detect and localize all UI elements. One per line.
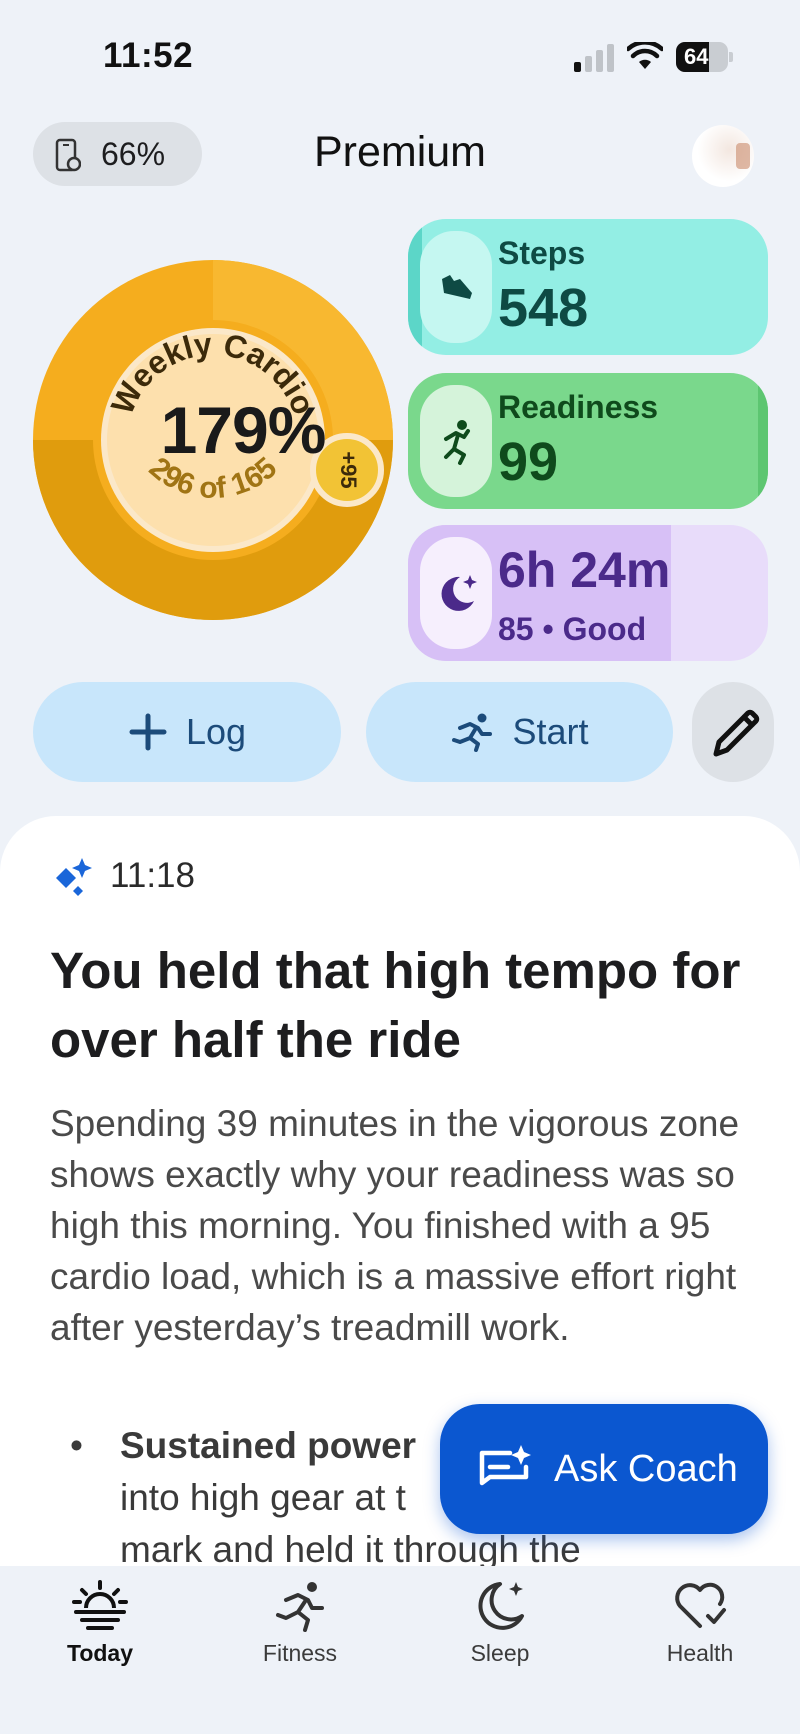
nav-fitness-label: Fitness — [262, 1640, 338, 1666]
battery-level: 64 — [684, 44, 709, 69]
pencil-icon — [713, 709, 760, 757]
nav-today-label: Today — [66, 1640, 134, 1666]
steps-label: Steps — [498, 235, 586, 271]
start-label: Start — [512, 711, 589, 752]
edit-button[interactable] — [692, 682, 774, 782]
heart-check-icon — [675, 1582, 726, 1628]
ask-coach-button[interactable]: Ask Coach — [440, 1404, 768, 1534]
steps-value: 548 — [498, 278, 589, 338]
sleep-quality-label: Good — [562, 611, 647, 647]
page-title: Premium — [313, 128, 487, 176]
shoe-icon — [420, 231, 492, 343]
nav-health[interactable]: Health — [620, 1578, 780, 1667]
sparkle-icon — [56, 858, 92, 896]
nav-today[interactable]: Today — [20, 1578, 180, 1667]
nav-sleep[interactable]: Sleep — [420, 1578, 580, 1667]
nav-sleep-label: Sleep — [470, 1640, 530, 1666]
nav-fitness[interactable]: Fitness — [220, 1578, 380, 1667]
status-time: 11:52 — [103, 36, 194, 75]
sleep-tile[interactable]: 6h 24m 85 • Good — [408, 525, 768, 661]
sleep-score: 85 — [498, 611, 534, 647]
moon-icon — [420, 537, 492, 649]
readiness-label: Readiness — [498, 389, 659, 425]
running-icon — [452, 713, 493, 752]
steps-tile[interactable]: Steps 548 — [408, 219, 768, 355]
insight-time: 11:18 — [110, 856, 195, 895]
sleep-duration: 6h 24m — [498, 542, 671, 598]
running-figure-icon — [420, 385, 492, 497]
battery-icon: 64 — [676, 42, 733, 72]
cellular-signal-icon — [574, 44, 614, 72]
moon-star-icon — [478, 1582, 524, 1630]
weekly-cardio-ring[interactable]: Weekly Cardio 296 of 165 +95 179% — [33, 260, 393, 620]
log-label: Log — [185, 711, 247, 752]
avatar[interactable] — [692, 125, 754, 187]
log-button[interactable]: Log — [33, 682, 341, 782]
bullet-line-2: into high gear at t — [120, 1477, 406, 1518]
chat-sparkle-icon — [479, 1445, 531, 1486]
insight-meta: 11:18 — [52, 856, 195, 896]
nav-health-label: Health — [666, 1640, 734, 1666]
readiness-value: 99 — [498, 432, 559, 492]
plus-icon — [129, 713, 167, 751]
start-button[interactable]: Start — [366, 682, 673, 782]
wifi-icon — [627, 42, 663, 69]
running-icon — [276, 1582, 324, 1632]
insight-body: Spending 39 minutes in the vigorous zone… — [50, 1103, 740, 1348]
status-bar: 11:52 64 — [0, 0, 800, 110]
sleep-quality: 85 • Good — [498, 611, 646, 648]
readiness-tile[interactable]: Readiness 99 — [408, 373, 768, 509]
sleep-separator: • — [542, 611, 554, 647]
insight-headline: You held that high tempo for over half t… — [50, 942, 741, 1068]
sunrise-icon — [72, 1580, 128, 1630]
cardio-percent: 179% — [160, 393, 327, 467]
ask-coach-label: Ask Coach — [554, 1447, 738, 1490]
